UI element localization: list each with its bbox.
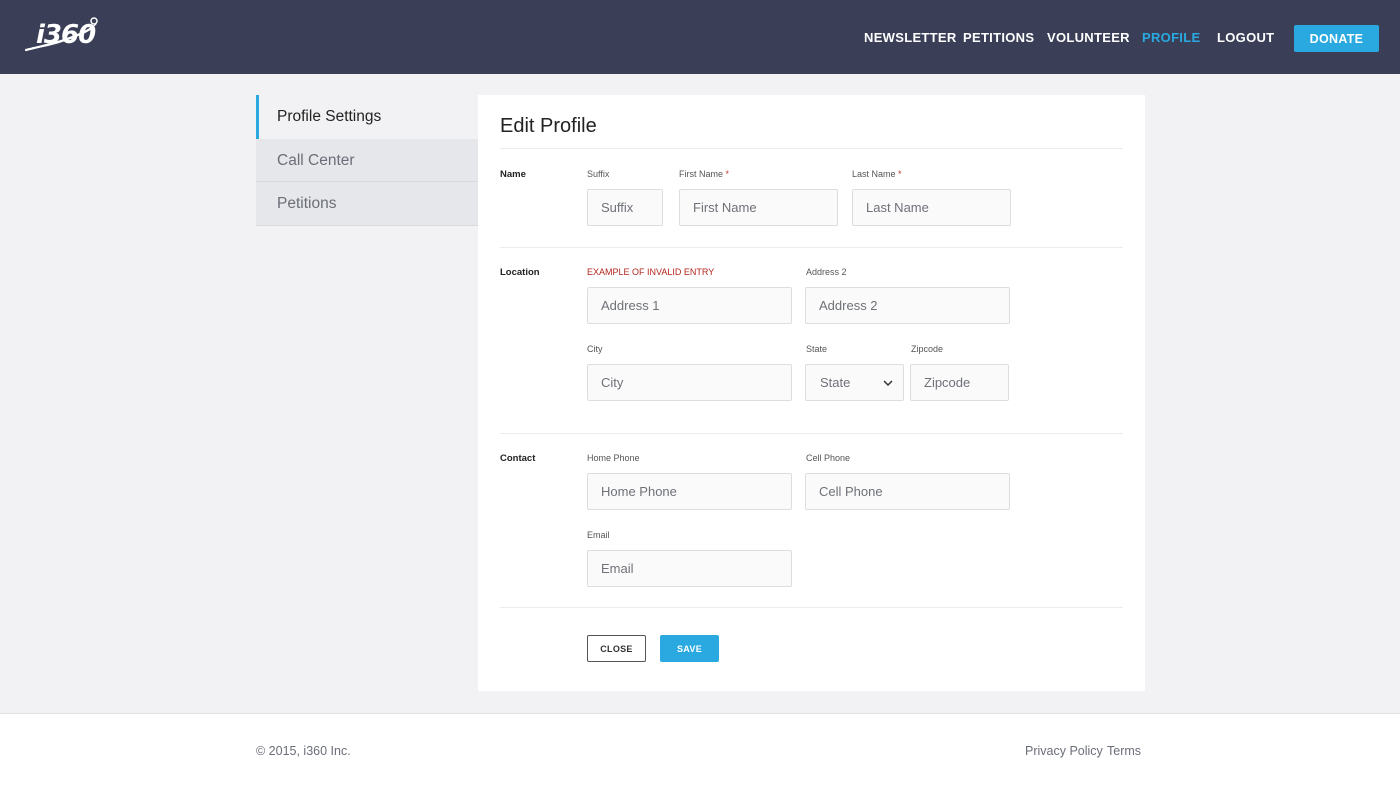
last-name-input[interactable] [852,189,1011,226]
cell-phone-input[interactable] [805,473,1010,510]
donate-button[interactable]: DONATE [1294,25,1379,52]
i360-logo[interactable]: i360 [22,16,102,56]
nav-petitions[interactable]: PETITIONS [963,30,1034,45]
zipcode-label: Zipcode [911,344,944,354]
top-nav-bar: i360 NEWSLETTER PETITIONS VOLUNTEER PROF… [0,0,1400,74]
first-name-input[interactable] [679,189,838,226]
footer: © 2015, i360 Inc. Privacy Policy Terms [0,713,1400,788]
home-phone-label: Home Phone [587,453,640,463]
divider [500,607,1123,608]
state-select-value: State [820,375,851,390]
address2-label: Address 2 [806,267,847,277]
save-button[interactable]: SAVE [660,635,719,662]
address1-error-label: EXAMPLE OF INVALID ENTRY [587,267,715,277]
divider [500,148,1123,149]
cell-phone-label: Cell Phone [806,453,851,463]
email-input[interactable] [587,550,792,587]
profile-sidebar: Profile Settings Call Center Petitions [256,95,478,226]
required-mark: * [725,169,730,179]
email-label: Email [587,530,610,540]
zipcode-input[interactable] [910,364,1009,401]
city-input[interactable] [587,364,792,401]
page-title: Edit Profile [500,115,597,137]
logo-text: i360 [36,20,96,50]
address2-input[interactable] [805,287,1010,324]
divider [500,433,1123,434]
city-label: City [587,344,603,354]
state-select[interactable]: State [805,364,904,401]
home-phone-input[interactable] [587,473,792,510]
section-label-name: Name [500,169,526,180]
edit-profile-panel: Edit Profile Name Suffix First Name * La… [478,95,1145,691]
nav-volunteer[interactable]: VOLUNTEER [1047,30,1130,45]
close-button[interactable]: CLOSE [587,635,646,662]
state-label: State [806,344,828,354]
required-mark: * [898,169,902,179]
privacy-policy-link[interactable]: Privacy Policy [1025,744,1103,758]
address1-input[interactable] [587,287,792,324]
last-name-label: Last Name * [852,169,902,179]
copyright-text: © 2015, i360 Inc. [256,744,351,758]
sidebar-item-call-center[interactable]: Call Center [256,138,478,182]
sidebar-item-petitions[interactable]: Petitions [256,182,478,226]
nav-profile[interactable]: PROFILE [1142,30,1200,45]
nav-logout[interactable]: LOGOUT [1217,30,1274,45]
sidebar-item-profile-settings[interactable]: Profile Settings [256,95,478,139]
chevron-down-icon [883,380,893,387]
section-label-location: Location [500,267,540,278]
terms-link[interactable]: Terms [1107,744,1141,758]
first-name-label: First Name * [679,169,730,179]
nav-newsletter[interactable]: NEWSLETTER [864,30,957,45]
suffix-input[interactable] [587,189,663,226]
suffix-label: Suffix [587,169,610,179]
divider [500,247,1123,248]
section-label-contact: Contact [500,453,536,464]
